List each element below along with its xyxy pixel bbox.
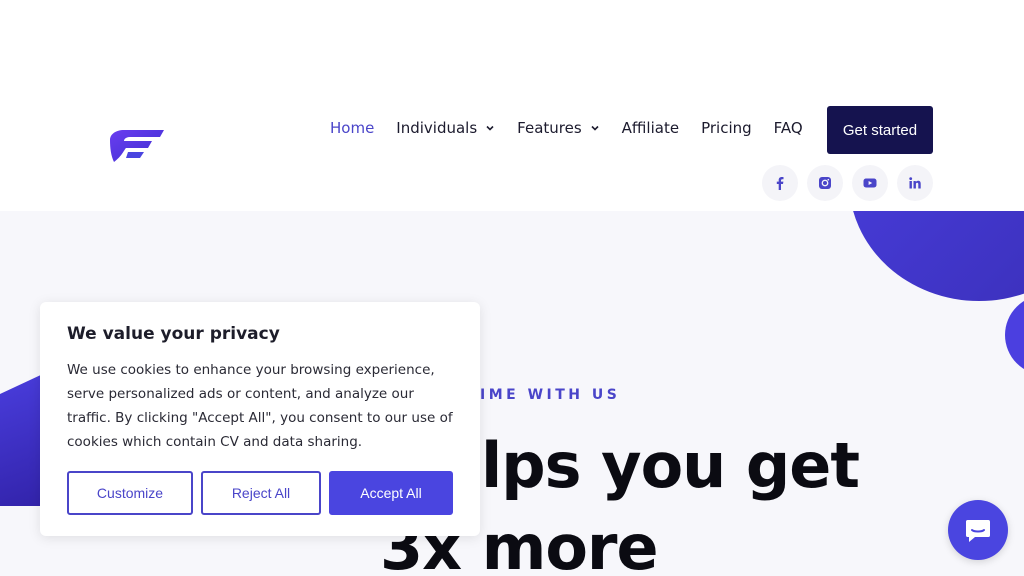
decorative-blob	[849, 211, 1024, 301]
youtube-link[interactable]	[852, 165, 888, 201]
nav-item-pricing[interactable]: Pricing	[701, 119, 752, 137]
hero-eyebrow: IME WITH US	[480, 387, 621, 403]
cookie-buttons: Customize Reject All Accept All	[67, 471, 461, 515]
nav-item-label: Individuals	[396, 119, 478, 137]
nav-item-label: Affiliate	[621, 119, 680, 137]
linkedin-icon	[909, 177, 921, 189]
instagram-link[interactable]	[807, 165, 843, 201]
chat-widget-button[interactable]	[948, 500, 1008, 560]
nav-item-affiliate[interactable]: Affiliate	[622, 119, 679, 137]
facebook-icon	[776, 177, 784, 190]
youtube-icon	[863, 178, 877, 188]
nav-item-label: FAQ	[773, 119, 803, 137]
facebook-link[interactable]	[762, 165, 798, 201]
accept-all-button[interactable]: Accept All	[329, 471, 453, 515]
brand-logo[interactable]	[108, 126, 166, 166]
nav-item-faq[interactable]: FAQ	[774, 119, 803, 137]
chevron-down-icon	[486, 125, 494, 131]
decorative-circle	[1005, 295, 1024, 375]
instagram-icon	[819, 177, 831, 189]
nav-item-label: Home	[330, 119, 375, 137]
page: Home Individuals Features Affiliate Pric…	[0, 0, 1024, 576]
get-started-button[interactable]: Get started	[827, 106, 933, 154]
nav-item-individuals[interactable]: Individuals	[396, 119, 495, 137]
cookie-consent-dialog: We value your privacy We use cookies to …	[40, 302, 480, 536]
main-nav: Home Individuals Features Affiliate Pric…	[330, 106, 825, 154]
nav-item-label: Features	[517, 119, 582, 137]
nav-item-home[interactable]: Home	[330, 119, 374, 137]
cookie-title: We value your privacy	[67, 324, 280, 344]
linkedin-link[interactable]	[897, 165, 933, 201]
site-header: Home Individuals Features Affiliate Pric…	[0, 0, 1024, 211]
nav-item-label: Pricing	[701, 119, 752, 137]
chevron-down-icon	[591, 125, 599, 131]
reject-all-button[interactable]: Reject All	[201, 471, 321, 515]
social-links	[762, 165, 942, 201]
customize-button[interactable]: Customize	[67, 471, 193, 515]
chat-icon	[966, 520, 990, 542]
nav-item-features[interactable]: Features	[517, 119, 600, 137]
cookie-body: We use cookies to enhance your browsing …	[67, 362, 453, 450]
